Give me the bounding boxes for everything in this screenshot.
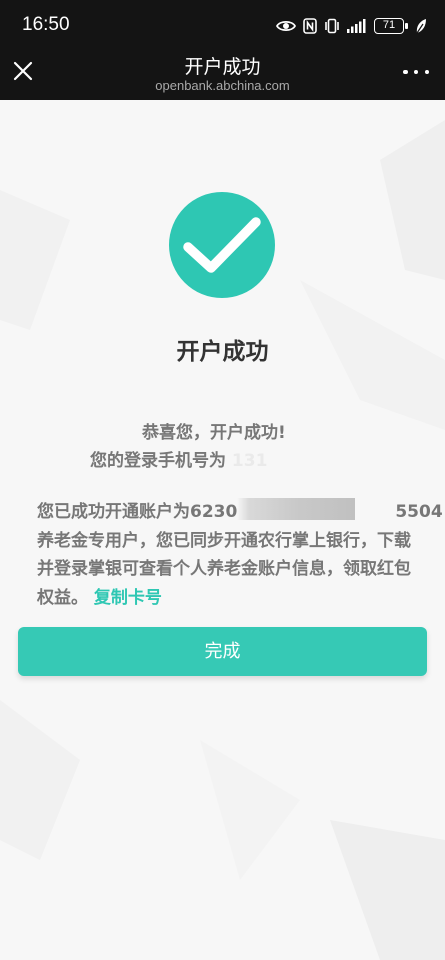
eye-icon (276, 20, 296, 32)
status-icons: 71 (276, 16, 427, 36)
copy-card-number-link[interactable]: 复制卡号 (94, 588, 162, 608)
nav-bar: 开户成功 openbank.abchina.com (0, 50, 445, 100)
leaf-icon (416, 19, 426, 34)
success-title: 开户成功 (176, 339, 269, 365)
nfc-icon (303, 18, 317, 34)
checkmark-icon (183, 217, 261, 273)
page-url: openbank.abchina.com (155, 78, 290, 93)
main-content: 开户成功 恭喜您，开户成功! 您的登录手机号为 131 您已成功开通账户为623… (0, 100, 445, 960)
more-button[interactable] (403, 64, 429, 80)
more-dot (403, 69, 408, 75)
page-title: 开户成功 (184, 56, 261, 78)
account-suffix: 5504 (395, 502, 443, 522)
battery-icon: 71 (374, 18, 408, 34)
more-dot (424, 69, 429, 75)
success-check-circle (169, 192, 275, 298)
account-info: 您已成功开通账户为6230 5504 养老金专用户，您已同步开通农行掌上银行，下载… (37, 498, 443, 612)
phone-line: 您的登录手机号为 131 (90, 446, 267, 471)
status-bar: 16:50 71 (0, 0, 445, 50)
account-line: 您已成功开通账户为6230 5504 (37, 498, 443, 527)
more-dot (413, 69, 419, 75)
phone-number-masked: 131 (231, 451, 268, 471)
vibrate-icon (325, 18, 339, 34)
phone-label: 您的登录手机号为 (90, 451, 226, 471)
top-bar: 16:50 71 开户成功 openbank.abchina.com (0, 0, 445, 100)
done-button[interactable]: 完成 (18, 627, 427, 676)
status-time: 16:50 (22, 14, 70, 35)
congrats-text: 恭喜您，开户成功! (142, 423, 286, 443)
account-number-mask (237, 498, 356, 520)
account-prefix: 您已成功开通账户为6230 (37, 502, 238, 522)
signal-icon (347, 19, 366, 33)
